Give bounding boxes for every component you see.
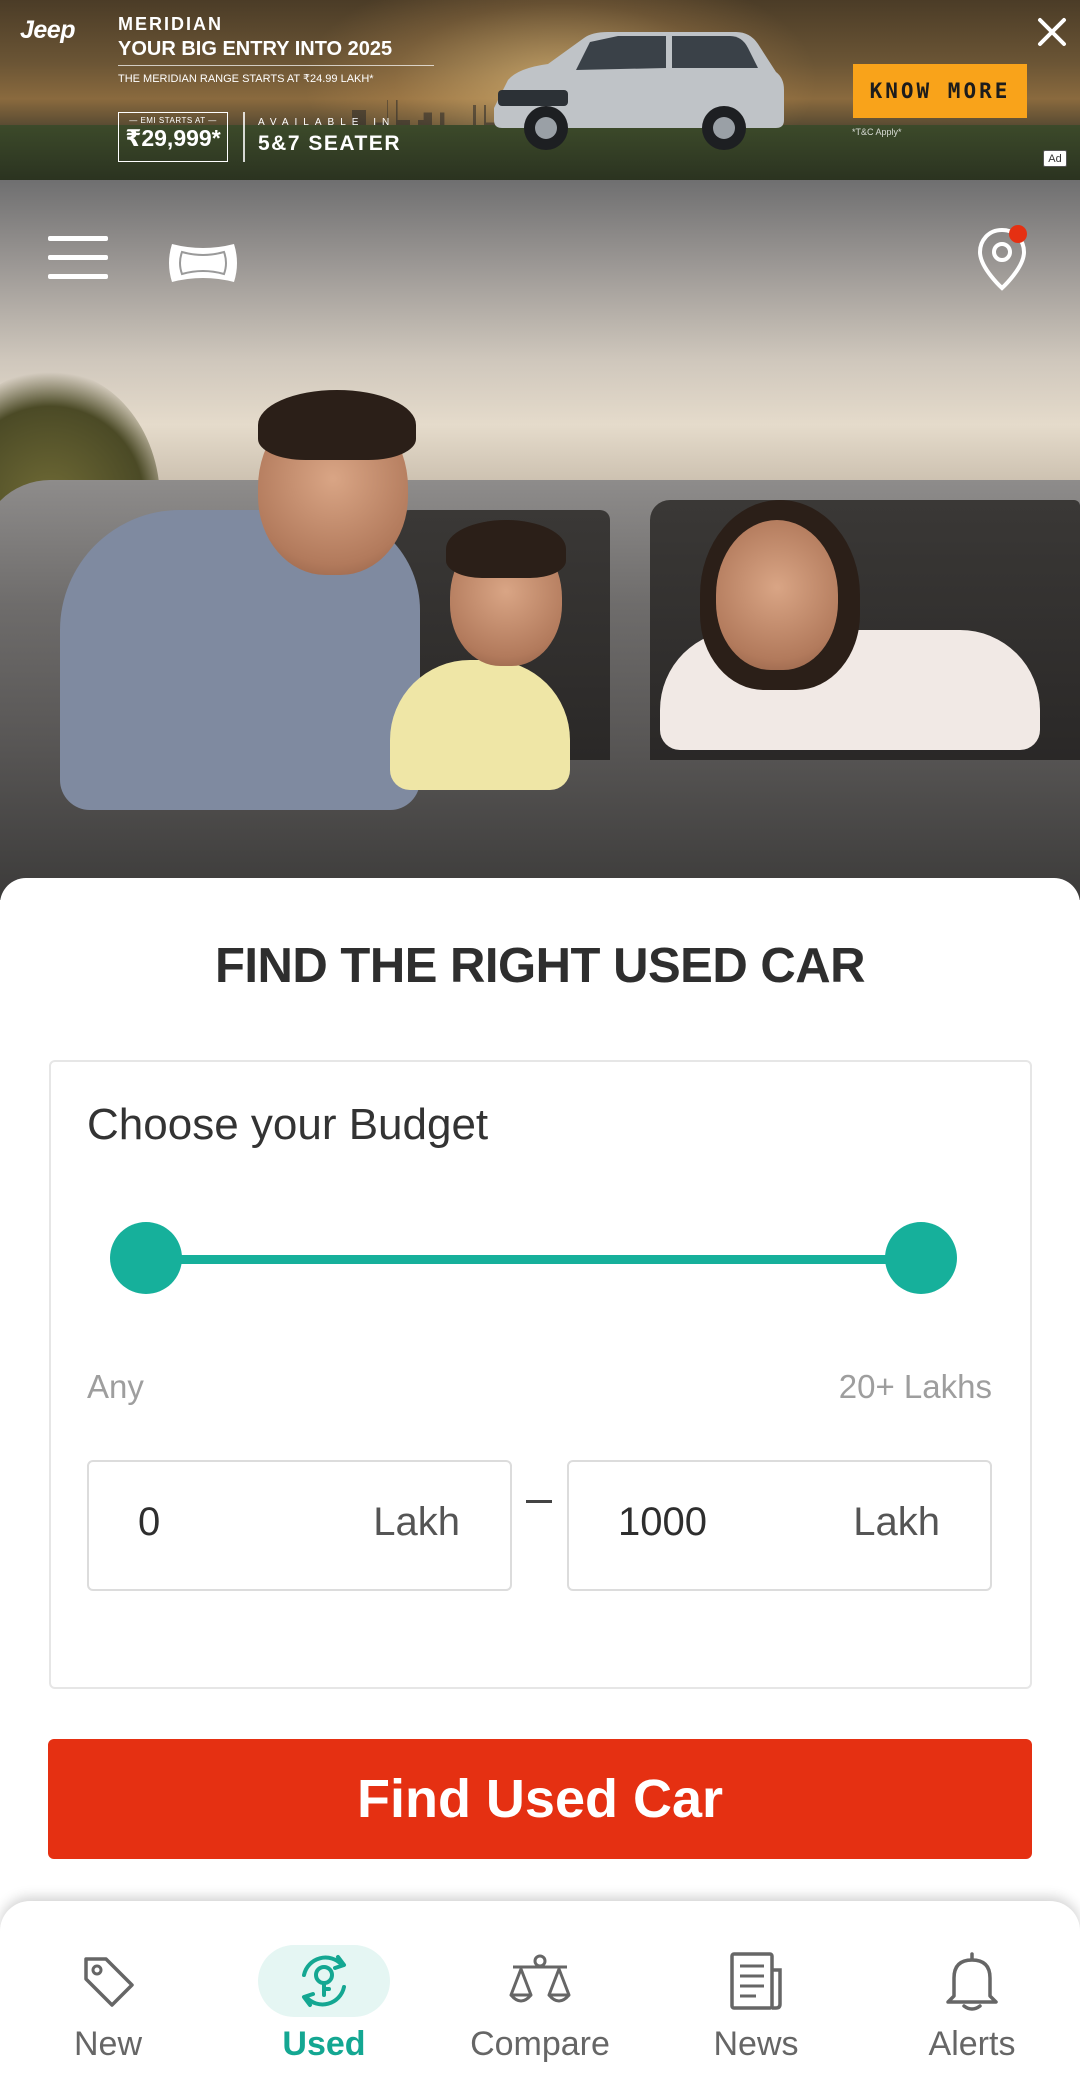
nav-item-news[interactable]: News — [648, 1901, 864, 2097]
ad-vertical-divider — [243, 112, 245, 162]
find-used-car-button[interactable]: Find Used Car — [48, 1739, 1032, 1859]
ad-headline: YOUR BIG ENTRY INTO 2025 — [118, 38, 393, 60]
ad-emi-price: ₹29,999* — [125, 125, 221, 151]
page-title: FIND THE RIGHT USED CAR — [215, 939, 866, 993]
ad-emi-box: — EMI STARTS AT — ₹29,999* — [118, 112, 228, 162]
location-notification-dot — [1009, 225, 1027, 243]
ad-divider — [118, 65, 434, 66]
ad-know-more-button[interactable]: KNOW MORE — [853, 64, 1027, 118]
price-tag-icon — [58, 1945, 158, 2017]
range-min-label: Any — [87, 1368, 144, 1405]
ad-seater-text: 5&7 SEATER — [258, 132, 401, 155]
min-budget-unit: Lakh — [373, 1500, 460, 1544]
max-budget-unit: Lakh — [853, 1500, 940, 1544]
nav-label-compare: Compare — [470, 2025, 610, 2063]
hero-girl-hair — [446, 520, 566, 578]
max-budget-value[interactable]: 1000 — [618, 1500, 707, 1545]
hero-girl-torso — [390, 660, 570, 790]
range-separator — [526, 1500, 552, 1503]
nav-label-news: News — [713, 2025, 799, 2063]
ad-brand-logo: Jeep — [20, 16, 75, 44]
nav-label-alerts: Alerts — [928, 2025, 1016, 2063]
hero-image — [0, 180, 1080, 900]
balance-scale-icon — [490, 1945, 590, 2017]
ad-badge: Ad — [1043, 150, 1067, 167]
range-max-label: 20+ Lakhs — [838, 1368, 992, 1405]
hero-woman-head — [716, 520, 838, 670]
used-car-key-icon — [258, 1945, 390, 2017]
max-budget-input[interactable]: 1000 Lakh — [567, 1460, 992, 1591]
nav-item-compare[interactable]: Compare — [432, 1901, 648, 2097]
bell-icon — [922, 1945, 1022, 2017]
location-pin-icon[interactable] — [978, 224, 1048, 294]
nav-label-new: New — [73, 2025, 143, 2063]
ad-subtext: THE MERIDIAN RANGE STARTS AT ₹24.99 LAKH… — [118, 73, 374, 85]
hero-man-hair — [258, 390, 416, 460]
close-icon[interactable] — [1034, 14, 1070, 50]
min-budget-value[interactable]: 0 — [138, 1500, 160, 1545]
ad-emi-label: — EMI STARTS AT — — [129, 116, 217, 125]
nav-label-used: Used — [282, 2025, 366, 2063]
ad-available-label: AVAILABLE IN — [258, 117, 396, 128]
bottom-navigation: New Used Compare News Alerts — [0, 1901, 1080, 2097]
nav-item-new[interactable]: New — [0, 1901, 216, 2097]
newspaper-icon — [706, 1945, 806, 2017]
nav-item-used[interactable]: Used — [216, 1901, 432, 2097]
ad-terms: *T&C Apply* — [852, 127, 902, 137]
slider-max-handle[interactable] — [885, 1222, 957, 1294]
ad-suv-image — [494, 32, 784, 150]
slider-track[interactable] — [146, 1255, 921, 1264]
hamburger-menu-icon[interactable] — [48, 236, 108, 288]
slider-min-handle[interactable] — [110, 1222, 182, 1294]
budget-range-slider[interactable] — [110, 1222, 957, 1298]
ad-banner[interactable]: Jeep MERIDIAN YOUR BIG ENTRY INTO 2025 T… — [0, 0, 1080, 180]
budget-label: Choose your Budget — [87, 1100, 489, 1149]
ad-model-name: MERIDIAN — [118, 14, 223, 34]
min-budget-input[interactable]: 0 Lakh — [87, 1460, 512, 1591]
nav-item-alerts[interactable]: Alerts — [864, 1901, 1080, 2097]
carwale-logo-icon[interactable] — [166, 240, 240, 286]
